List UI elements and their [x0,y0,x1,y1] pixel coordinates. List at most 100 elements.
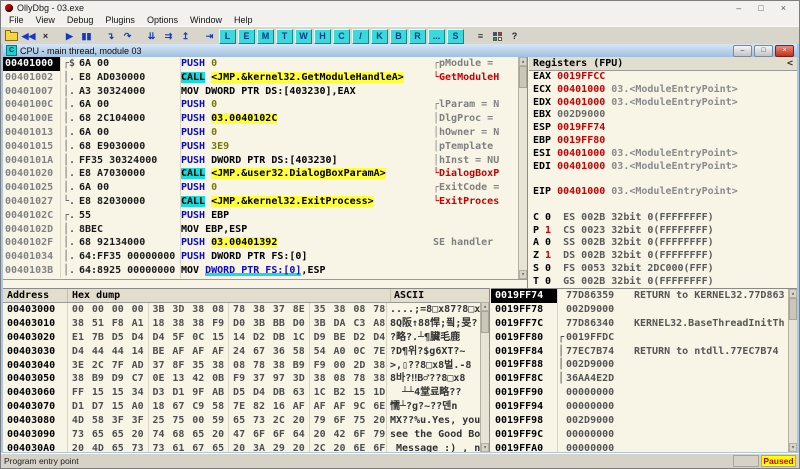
disasm-row[interactable]: 0040102D │. 8BEC MOV EBP,ESP [3,222,518,237]
stack-row[interactable]: 0019FF90 00000000 [491,386,788,401]
stack-row[interactable]: 0019FFA0 00000000 [491,441,788,452]
register-row[interactable]: EDI 00401000 03.<ModuleEntryPoint> [529,161,797,174]
stack-row[interactable]: 0019FF80 ┌ 0019FFDC [491,330,788,345]
stack-row[interactable]: 0019FF74 77D86359 RETURN to KERNEL32.77D86… [491,289,788,303]
dump-scrollbar[interactable]: ▴ ▾ [480,302,489,452]
minimize-button[interactable]: – [736,3,741,13]
cpu-close-button[interactable]: × [775,44,794,57]
flag-row[interactable]: Z 1 DS 002B 32bit 0(FFFFFFFF) [529,250,797,263]
view-threads-button[interactable]: T [276,28,293,44]
disasm-row[interactable]: 0040103B │. 64:8925 00000000 MOV DWORD PTR … [3,263,518,278]
stack-row[interactable]: 0019FF7C 77D86340 KERNEL32.BaseThreadInitT… [491,316,788,331]
close-button[interactable]: × [781,3,786,13]
menu-window[interactable]: Window [184,14,228,26]
flag-row[interactable]: T 0 GS 002B 32bit 0(FFFFFFFF) [529,276,797,288]
stack-row[interactable]: 0019FF88 │ 002D9000 [491,358,788,373]
menu-help[interactable]: Help [228,14,259,26]
flag-row[interactable]: C 0 ES 002B 32bit 0(FFFFFFFF) [529,212,797,225]
execute-till-return-button[interactable]: ↥ [177,29,194,44]
disasm-row[interactable]: 0040102C ┌. 55 PUSH EBP [3,208,518,223]
view-executables-button[interactable]: E [238,28,255,44]
animate-over-button[interactable]: ⇉ [160,29,177,44]
disasm-row[interactable]: 00401034 │. 64:FF35 00000000 PUSH DWORD PTR… [3,250,518,264]
view-source-button[interactable]: S [447,28,464,44]
register-row[interactable]: ESP 0019FF74 [529,122,797,135]
register-row[interactable]: EDX 00401000 03.<ModuleEntryPoint> [529,97,797,110]
flag-row[interactable]: S 0 FS 0053 32bit 2DC000(FFF) [529,263,797,276]
view-cpu-button[interactable]: C [333,28,350,44]
stack-scrollbar[interactable]: ▴ ▾ [788,289,797,452]
disasm-row[interactable]: 00401015 │. 68 E9030000 PUSH 3E9 │pTemplate [3,139,518,154]
disasm-row[interactable]: 00401020 │. E8 A7030000 CALL <JMP.&user32.D… [3,167,518,182]
menu-view[interactable]: View [30,14,61,26]
goto-button[interactable]: ⇥ [201,29,218,44]
restart-button[interactable]: ◀◀ [20,29,37,44]
flag-row[interactable]: A 0 SS 002B 32bit 0(FFFFFFFF) [529,237,797,250]
scrollbar-thumb[interactable] [789,298,797,320]
dump-row[interactable]: 00403070 D1 D7 15 A0 18 67 C9 58 7E 82 16 AF AF AF 9C 6E… [3,400,489,415]
dump-row[interactable]: 00403010 38 51 F8 A1 18 38 38 F9 D0 3B BB D0 3B DA C3 A8… [3,316,489,331]
view-handles-button[interactable]: H [314,28,331,44]
register-row[interactable]: EBX 002D9000 [529,109,797,122]
cpu-window-titlebar[interactable]: C CPU - main thread, module 03 – □ × [3,44,797,57]
view-breakpoints-button[interactable]: B [390,28,407,44]
dump-row[interactable]: 004030A0 20 4D 65 73 73 61 67 65 20 3A 29 20 2C 20 6E 6F… [3,441,489,452]
scroll-up-icon[interactable]: ▴ [481,302,489,311]
view-references-button[interactable]: R [409,28,426,44]
run-button[interactable]: ▶ [61,29,78,44]
dump-row[interactable]: 00403030 D4 44 44 14 BE AF AF AF 24 67 36 58 54 A0 0C 7E… [3,344,489,359]
open-button[interactable] [3,29,20,44]
scroll-down-icon[interactable]: ▾ [789,443,797,452]
windows-list-button[interactable]: ≡ [472,29,489,44]
dump-row[interactable]: 00403080 4D 58 3F 3F 25 75 00 59 65 73 2C 20 79 6F 75 20… [3,414,489,429]
disasm-row[interactable]: 0040101A │. FF35 30324000 PUSH DWORD PTR DS… [3,153,518,168]
animate-into-button[interactable]: ⇊ [143,29,160,44]
dump-row[interactable]: 00403040 3E 2C 7F AD 37 8F 35 38 08 78 38 B9 F9 00 2D 38… [3,358,489,373]
cpu-maximize-button[interactable]: □ [754,44,773,57]
pause-button[interactable]: ▮▮ [78,29,95,44]
menu-file[interactable]: File [3,14,30,26]
dump-row[interactable]: 00403090 73 65 65 20 74 68 65 20 47 6F 6F 64 20 42 6F 79… [3,428,489,442]
register-row[interactable] [529,199,797,212]
disasm-row[interactable]: 00401007 │. A3 30324000 MOV DWORD PTR DS:[4… [3,84,518,99]
maximize-button[interactable]: □ [758,3,763,13]
disasm-row[interactable]: 00401000 ┌$ 6A 00 PUSH 0 ┌pModule = [3,57,518,71]
stack-row[interactable]: 0019FF98 002D9000 [491,414,788,428]
step-into-button[interactable]: ↴ [102,29,119,44]
close-target-button[interactable]: × [37,29,54,44]
scroll-down-icon[interactable]: ▾ [481,443,489,452]
step-over-button[interactable]: ↷ [119,29,136,44]
view-patches-button[interactable]: / [352,28,369,44]
scroll-down-icon[interactable]: ▾ [519,270,527,279]
scrollbar-thumb[interactable] [481,311,489,333]
dump-row[interactable]: 00403050 38 B9 D9 C7 0E 13 42 0B F9 37 97 3D 38 08 78 38… [3,372,489,387]
view-memory-button[interactable]: M [257,28,274,44]
register-row[interactable]: EAX 0019FFCC [529,71,797,84]
register-row[interactable] [529,173,797,186]
cpu-minimize-button[interactable]: – [733,44,752,57]
disasm-row[interactable]: 00401002 │. E8 AD030000 CALL <JMP.&kernel32… [3,70,518,85]
disassembly-scrollbar[interactable]: ▴ ▾ [518,57,527,279]
stack-row[interactable]: 0019FF94 00000000 [491,400,788,415]
disasm-row[interactable]: 0040100E │. 68 2C104000 PUSH 03.0040102C │Dl… [3,112,518,126]
view-log-button[interactable]: L [219,28,236,44]
register-row[interactable]: EBP 0019FF80 [529,135,797,148]
scrollbar-thumb[interactable] [519,66,527,88]
dump-row[interactable]: 00403000 00 00 00 00 3B 3D 38 08 78 38 37 8E 35 38 08 78… [3,303,489,317]
flag-row[interactable]: P 1 CS 0023 32bit 0(FFFFFFFF) [529,225,797,238]
menu-debug[interactable]: Debug [61,14,100,26]
menu-options[interactable]: Options [141,14,184,26]
register-row[interactable]: EIP 00401000 03.<ModuleEntryPoint> [529,186,797,199]
scroll-up-icon[interactable]: ▴ [789,289,797,298]
view-windows-button[interactable]: W [295,28,312,44]
stack-row[interactable]: 0019FF8C │ 36AA4E2D [491,372,788,387]
view-run-trace-button[interactable]: ... [428,28,445,44]
dump-row[interactable]: 00403020 E1 7B D5 D4 D4 5F 0C 15 14 D2 DB 1C D9 BE D2 D4… [3,330,489,345]
disasm-row[interactable]: 00401027 └. E8 82030000 CALL <JMP.&kernel32… [3,194,518,209]
appearance-button[interactable] [489,29,506,44]
disasm-row[interactable]: 00401013 │. 6A 00 PUSH 0 │hOwner = N [3,125,518,140]
stack-row[interactable]: 0019FF9C 00000000 [491,427,788,442]
register-row[interactable]: ECX 00401000 03.<ModuleEntryPoint> [529,84,797,97]
help-button[interactable]: ? [506,29,523,44]
dump-row[interactable]: 00403060 FF 15 15 34 D3 D1 9F AB D5 D4 DB 63 1C B2 15 1D… [3,386,489,401]
